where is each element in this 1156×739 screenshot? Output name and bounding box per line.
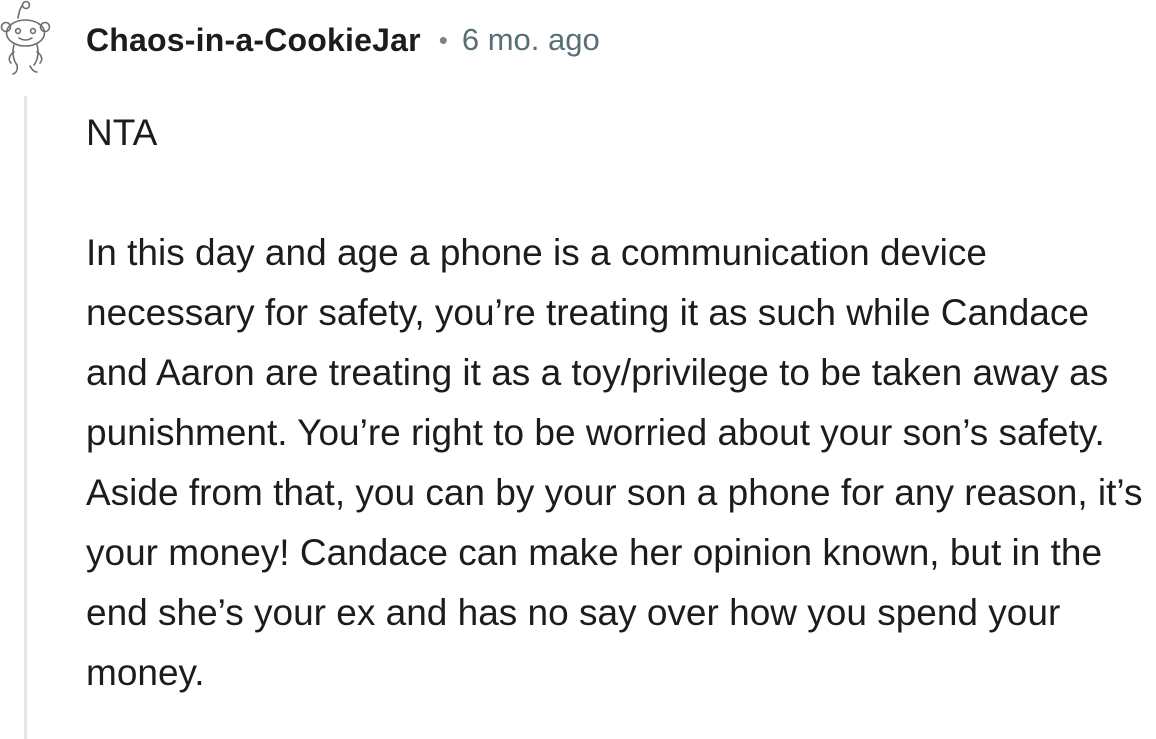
comment-body: NTA In this day and age a phone is a com… [86, 103, 1152, 703]
separator-dot: • [438, 24, 448, 55]
author-username[interactable]: Chaos-in-a-CookieJar [86, 22, 421, 59]
comment-timestamp[interactable]: 6 mo. ago [462, 22, 600, 58]
comment-paragraph: In this day and age a phone is a communi… [86, 232, 1143, 693]
snoo-avatar-icon[interactable] [0, 0, 54, 76]
thread-line[interactable] [24, 96, 27, 739]
comment-header: Chaos-in-a-CookieJar • 6 mo. ago [86, 18, 600, 62]
comment-paragraph: NTA [86, 112, 158, 153]
comment: Chaos-in-a-CookieJar • 6 mo. ago NTA In … [0, 0, 1156, 739]
